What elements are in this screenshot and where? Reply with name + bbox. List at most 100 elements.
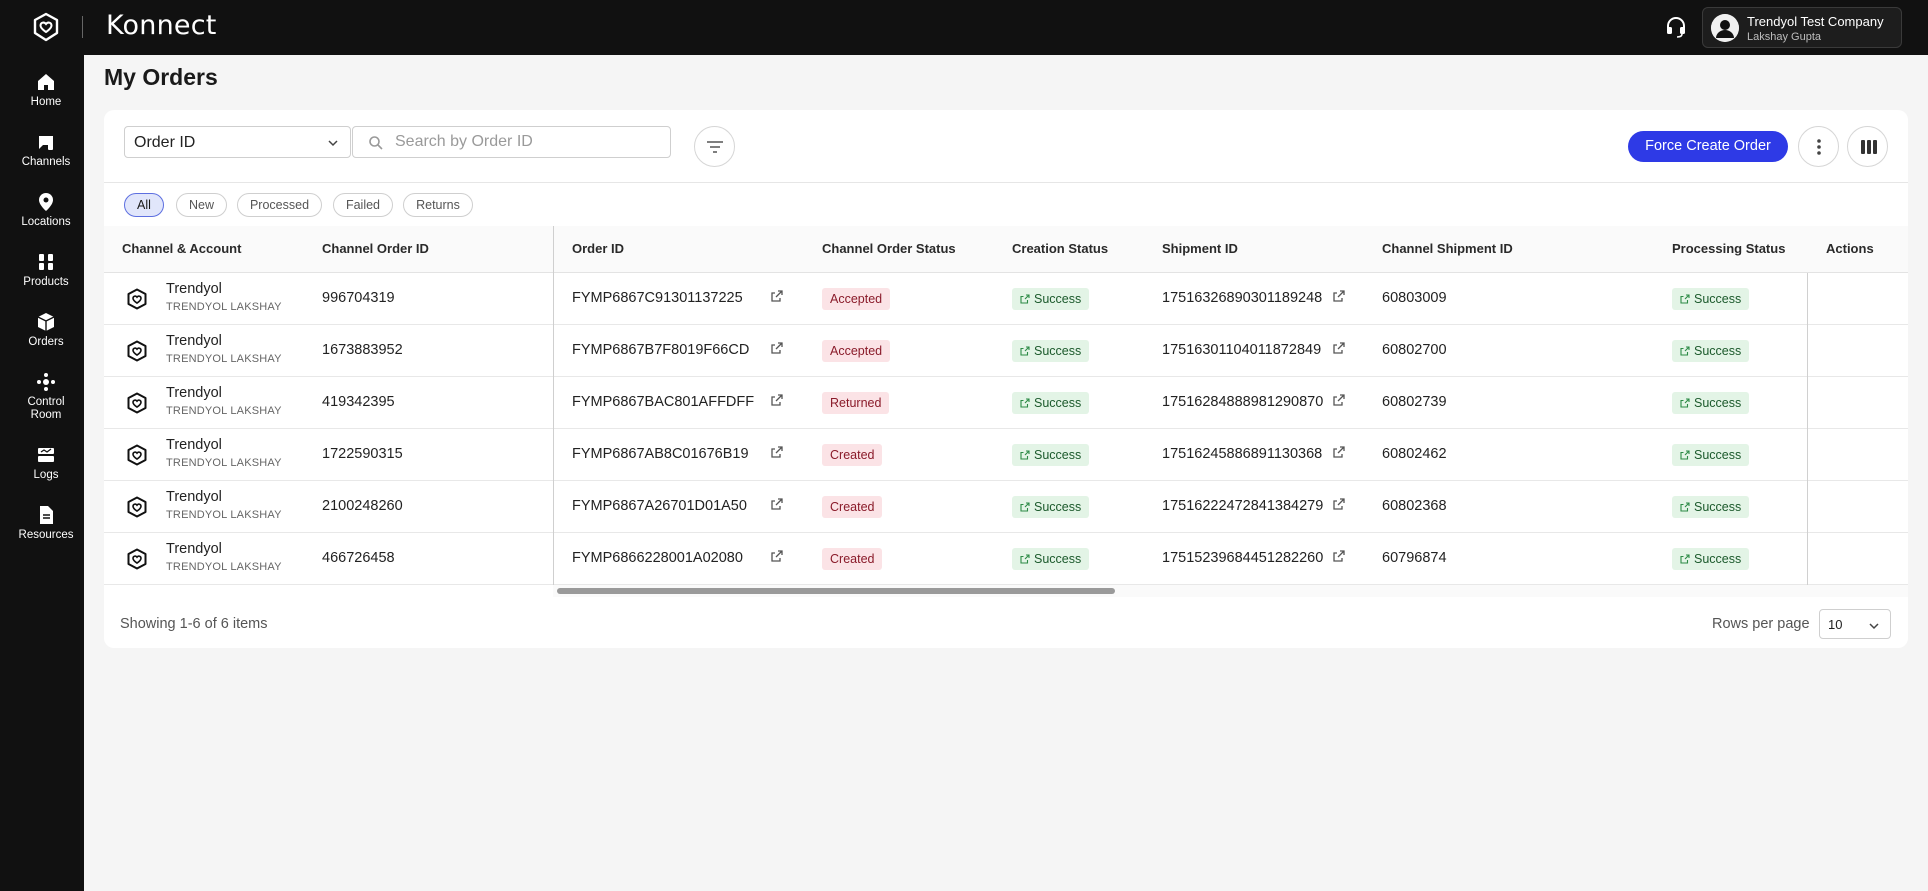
- column-settings-button[interactable]: [1847, 126, 1888, 167]
- search-field-select[interactable]: Order ID: [124, 126, 351, 158]
- chip-failed[interactable]: Failed: [333, 193, 393, 217]
- chevron-down-icon: [328, 140, 338, 147]
- col-order-id[interactable]: Order ID: [572, 241, 624, 256]
- success-link-icon: [1020, 502, 1030, 512]
- table-row[interactable]: Trendyol TRENDYOL LAKSHAY 1673883952 FYMP68…: [104, 325, 1908, 377]
- external-link-icon[interactable]: [770, 497, 784, 511]
- frozen-columns-divider: [553, 226, 554, 592]
- channel-name: Trendyol: [166, 333, 222, 349]
- processing-status-text: Success: [1694, 396, 1742, 410]
- channel-account: TRENDYOL LAKSHAY: [166, 561, 282, 573]
- shipment-id: 17516245886891130368: [1162, 446, 1323, 462]
- external-link-icon[interactable]: [770, 341, 784, 355]
- table-row[interactable]: Trendyol TRENDYOL LAKSHAY 1722590315 FYMP68…: [104, 429, 1908, 481]
- external-link-icon[interactable]: [770, 445, 784, 459]
- processing-status-badge: Success: [1672, 496, 1750, 518]
- external-link-icon[interactable]: [1332, 445, 1346, 459]
- sidebar-item-resources[interactable]: Resources: [0, 505, 92, 541]
- external-link-icon[interactable]: [1332, 497, 1346, 511]
- orders-box-icon: [37, 313, 55, 331]
- chip-processed[interactable]: Processed: [237, 193, 322, 217]
- col-shipment-id[interactable]: Shipment ID: [1162, 241, 1238, 256]
- creation-status-text: Success: [1034, 500, 1082, 514]
- sidebar-item-control-room[interactable]: Control Room: [0, 372, 92, 422]
- external-link-icon[interactable]: [1332, 289, 1346, 303]
- col-channel-account[interactable]: Channel & Account: [122, 241, 241, 256]
- external-link-icon[interactable]: [770, 289, 784, 303]
- home-icon: [38, 74, 54, 90]
- success-link-icon: [1680, 346, 1690, 356]
- col-channel-order-status[interactable]: Channel Order Status: [822, 241, 956, 256]
- processing-status-text: Success: [1694, 448, 1742, 462]
- sidebar-item-label: Locations: [21, 216, 71, 228]
- chip-all[interactable]: All: [124, 193, 164, 217]
- col-channel-order-id[interactable]: Channel Order ID: [322, 241, 429, 256]
- control-room-icon: [37, 373, 55, 391]
- filter-button[interactable]: [694, 126, 735, 167]
- rows-per-page-value: 10: [1828, 617, 1843, 632]
- processing-status-badge: Success: [1672, 392, 1750, 414]
- success-link-icon: [1680, 398, 1690, 408]
- account-user: Lakshay Gupta: [1747, 31, 1821, 43]
- external-link-icon[interactable]: [1332, 393, 1346, 407]
- chip-returns[interactable]: Returns: [403, 193, 473, 217]
- creation-status-badge: Success: [1012, 340, 1090, 362]
- chip-new[interactable]: New: [176, 193, 227, 217]
- external-link-icon[interactable]: [1332, 341, 1346, 355]
- toolbar-divider: [104, 182, 1908, 183]
- creation-status-text: Success: [1034, 344, 1082, 358]
- col-channel-shipment-id[interactable]: Channel Shipment ID: [1382, 241, 1513, 256]
- search-input[interactable]: [395, 131, 655, 153]
- table-row[interactable]: Trendyol TRENDYOL LAKSHAY 2100248260 FYMP68…: [104, 481, 1908, 533]
- channels-icon: [39, 136, 53, 150]
- search-box[interactable]: [352, 126, 671, 158]
- sidebar-item-home[interactable]: Home: [0, 72, 92, 108]
- success-link-icon: [1680, 554, 1690, 564]
- page-title: My Orders: [104, 64, 218, 90]
- sidebar-item-orders[interactable]: Orders: [0, 312, 92, 348]
- channel-order-id: 1722590315: [322, 446, 403, 462]
- trendyol-channel-icon: [127, 340, 147, 362]
- horizontal-scrollbar-thumb[interactable]: [557, 588, 1115, 594]
- shipment-id: 17516222472841384279: [1162, 498, 1324, 514]
- sidebar-item-label: Products: [23, 276, 69, 288]
- sidebar-item-label: Orders: [28, 336, 64, 348]
- creation-status-badge: Success: [1012, 548, 1090, 570]
- shipment-id: 17516301104011872849: [1162, 342, 1322, 358]
- sidebar-item-logs[interactable]: Logs: [0, 445, 92, 481]
- channel-order-id: 2100248260: [322, 498, 403, 514]
- force-create-order-button[interactable]: Force Create Order: [1628, 131, 1788, 162]
- konnect-logo-icon[interactable]: [30, 11, 62, 43]
- document-icon: [40, 506, 53, 524]
- order-id: FYMP6866228001A02080: [572, 550, 743, 566]
- more-options-button[interactable]: [1798, 126, 1839, 167]
- col-processing-status[interactable]: Processing Status: [1672, 241, 1785, 256]
- table-row[interactable]: Trendyol TRENDYOL LAKSHAY 996704319 FYMP686…: [104, 273, 1908, 325]
- external-link-icon[interactable]: [770, 549, 784, 563]
- sidebar-item-label: Channels: [21, 156, 71, 168]
- headset-support-icon[interactable]: [1665, 15, 1687, 39]
- sidebar-item-products[interactable]: Products: [0, 252, 92, 288]
- chevron-down-icon: [1869, 623, 1879, 630]
- channel-order-id: 1673883952: [322, 342, 403, 358]
- trendyol-channel-icon: [127, 288, 147, 310]
- table-row[interactable]: Trendyol TRENDYOL LAKSHAY 419342395 FYMP686…: [104, 377, 1908, 429]
- success-link-icon: [1020, 450, 1030, 460]
- search-icon: [369, 136, 383, 150]
- account-switcher[interactable]: Trendyol Test Company Lakshay Gupta: [1702, 7, 1902, 48]
- order-id: FYMP6867B7F8019F66CD: [572, 342, 750, 358]
- sidebar-item-channels[interactable]: Channels: [0, 132, 92, 168]
- col-creation-status[interactable]: Creation Status: [1012, 241, 1108, 256]
- sidebar-item-locations[interactable]: Locations: [0, 192, 92, 228]
- search-field-value: Order ID: [134, 134, 196, 151]
- processing-status-badge: Success: [1672, 340, 1750, 362]
- pagination-summary: Showing 1-6 of 6 items: [120, 616, 268, 632]
- external-link-icon[interactable]: [1332, 549, 1346, 563]
- table-row[interactable]: Trendyol TRENDYOL LAKSHAY 466726458 FYMP686…: [104, 533, 1908, 585]
- success-link-icon: [1020, 398, 1030, 408]
- rows-per-page-select[interactable]: 10: [1819, 609, 1891, 639]
- channel-account: TRENDYOL LAKSHAY: [166, 353, 282, 365]
- order-id: FYMP6867BAC801AFFDFF: [572, 394, 755, 410]
- avatar: [1711, 14, 1739, 42]
- external-link-icon[interactable]: [770, 393, 784, 407]
